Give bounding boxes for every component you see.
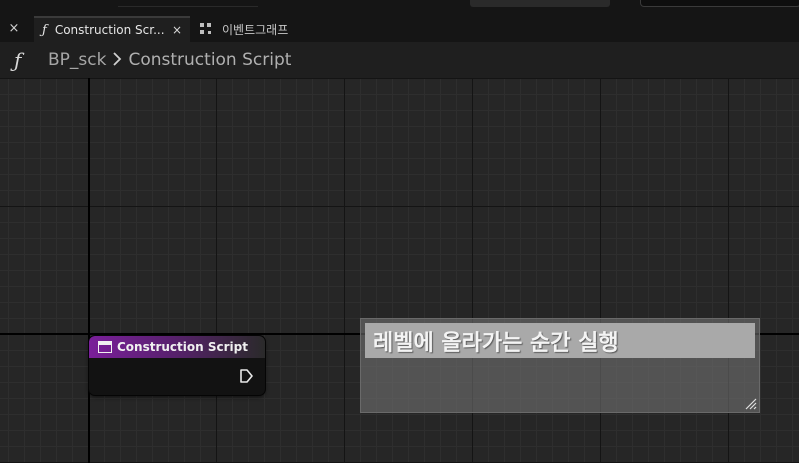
close-icon[interactable]: ×: [4, 14, 24, 42]
breadcrumb-current: Construction Script: [128, 50, 292, 70]
close-icon[interactable]: ×: [172, 23, 182, 37]
resize-grip-icon[interactable]: [743, 396, 757, 410]
search-field[interactable]: [640, 0, 799, 7]
tab-label: Construction Scr...: [54, 23, 165, 37]
tab-event-graph[interactable]: 이벤트그래프: [200, 16, 288, 42]
toolbar-dropdown[interactable]: [470, 0, 610, 7]
event-graph-icon: [200, 23, 214, 35]
comment-box[interactable]: 레벨에 올라가는 순간 실행: [360, 318, 760, 413]
node-header[interactable]: Construction Script: [89, 336, 265, 358]
function-entry-icon: [98, 341, 112, 353]
tab-construction-script[interactable]: ƒ Construction Scr... ×: [34, 16, 190, 42]
exec-output-pin-icon[interactable]: [239, 369, 253, 383]
node-title: Construction Script: [117, 340, 248, 354]
function-icon: ƒ: [14, 48, 22, 72]
function-icon: ƒ: [42, 22, 47, 38]
breadcrumb: ƒ BP_sck Construction Script: [0, 42, 799, 78]
chevron-right-icon: [112, 51, 122, 70]
comment-title[interactable]: 레벨에 올라가는 순간 실행: [365, 323, 755, 358]
top-toolbar-strip: [0, 0, 799, 14]
tab-bar: × ƒ Construction Scr... × 이벤트그래프: [0, 14, 799, 42]
construction-script-node[interactable]: Construction Script: [89, 336, 265, 395]
toolbar-segment: [118, 0, 258, 7]
breadcrumb-blueprint[interactable]: BP_sck: [48, 50, 106, 70]
tab-label: 이벤트그래프: [222, 22, 289, 37]
graph-origin-axis-vertical: [88, 78, 90, 463]
